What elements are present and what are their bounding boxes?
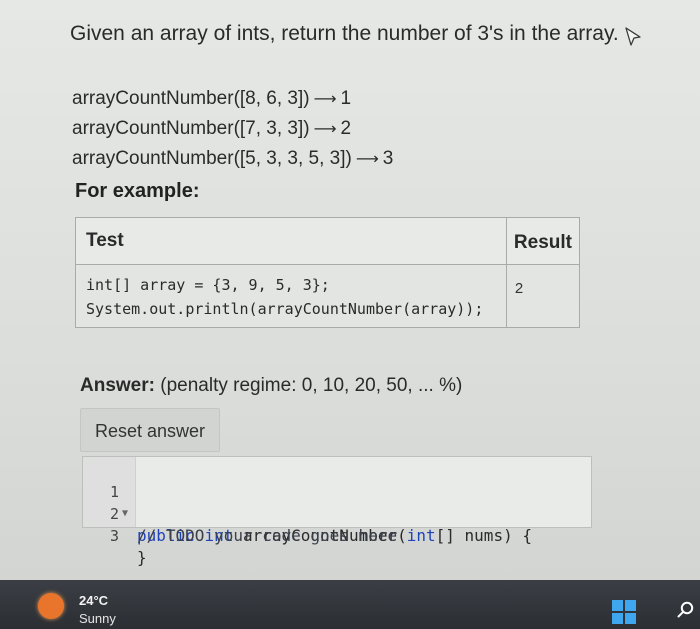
code-comment: // TODO your code goes here [137, 526, 398, 545]
code-line[interactable]: 3 } [83, 503, 147, 567]
for-example-heading: For example: [75, 180, 200, 202]
test-column-header: Test [75, 217, 507, 265]
penalty-regime-text: (penalty regime: 0, 10, 20, 50, ... %) [160, 375, 463, 396]
arrow-icon: ⟶ [313, 121, 337, 138]
arrow-icon: ⟶ [313, 91, 337, 108]
line-number: 3 [109, 527, 119, 545]
test-cases-table: Test Result int[] array = {3, 9, 5, 3}; S… [75, 217, 581, 328]
search-icon[interactable] [677, 601, 695, 619]
expected-result-cell: 2 [505, 264, 581, 328]
answer-heading: Answer: (penalty regime: 0, 10, 20, 50, … [80, 375, 462, 397]
example-line: arrayCountNumber([5, 3, 3, 5, 3]) ⟶ 3 [72, 148, 394, 169]
table-row: int[] array = {3, 9, 5, 3}; System.out.pr… [75, 264, 581, 328]
example-line: arrayCountNumber([7, 3, 3]) ⟶ 2 [72, 118, 352, 139]
question-page: Given an array of ints, return the numbe… [0, 0, 700, 580]
code-line[interactable]: 1 ▼ public int arrayCountNumber(int[] nu… [83, 459, 532, 545]
weather-condition[interactable]: Sunny [79, 611, 116, 626]
table-header-row: Test Result [75, 217, 581, 265]
mouse-pointer-icon [625, 27, 641, 46]
example-line: arrayCountNumber([8, 6, 3]) ⟶ 1 [72, 88, 352, 109]
code-editor[interactable]: 1 ▼ public int arrayCountNumber(int[] nu… [82, 456, 592, 567]
weather-temperature[interactable]: 24°C [79, 593, 108, 608]
sun-weather-icon[interactable] [38, 593, 64, 619]
question-title: Given an array of ints, return the numbe… [70, 22, 619, 45]
result-column-header: Result [505, 217, 581, 265]
reset-answer-button[interactable]: Reset answer [80, 408, 220, 452]
test-code-cell: int[] array = {3, 9, 5, 3}; System.out.pr… [75, 264, 507, 328]
code-line[interactable]: 2 // TODO your code goes here [83, 481, 397, 545]
examples-list: arrayCountNumber([8, 6, 3]) ⟶ 1 arrayCount… [72, 84, 393, 174]
answer-label: Answer: [80, 375, 155, 396]
arrow-icon: ⟶ [355, 151, 379, 168]
windows-start-icon[interactable] [612, 600, 636, 624]
